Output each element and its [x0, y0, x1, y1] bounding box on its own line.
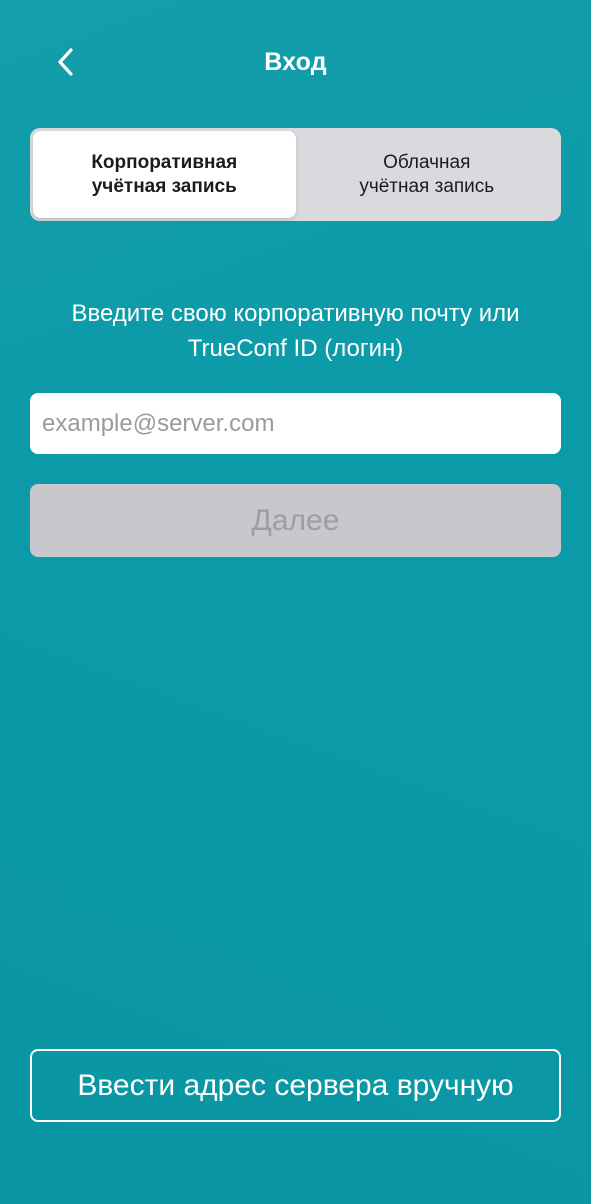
tab-cloud-label-line1: Облачная [383, 151, 471, 173]
header: Вход [0, 0, 591, 126]
manual-server-button[interactable]: Ввести адрес сервера вручную [30, 1049, 561, 1122]
email-field[interactable] [30, 393, 561, 454]
login-prompt-line2: TrueConf ID (логин) [187, 335, 404, 362]
login-prompt: Введите свою корпоративную почту или Tru… [30, 296, 561, 366]
next-button[interactable]: Далее [30, 484, 561, 557]
account-type-segmented-control: Корпоративная учётная запись Облачная уч… [30, 128, 561, 221]
page-title: Вход [264, 48, 327, 76]
tab-corporate-account[interactable]: Корпоративная учётная запись [33, 131, 296, 218]
tab-corporate-label-line2: учётная запись [91, 175, 237, 197]
tab-corporate-label-line1: Корпоративная [91, 151, 238, 173]
login-prompt-line1: Введите свою корпоративную почту или [71, 300, 520, 327]
tab-cloud-account[interactable]: Облачная учётная запись [296, 131, 559, 218]
tab-cloud-label-line2: учётная запись [359, 175, 495, 197]
